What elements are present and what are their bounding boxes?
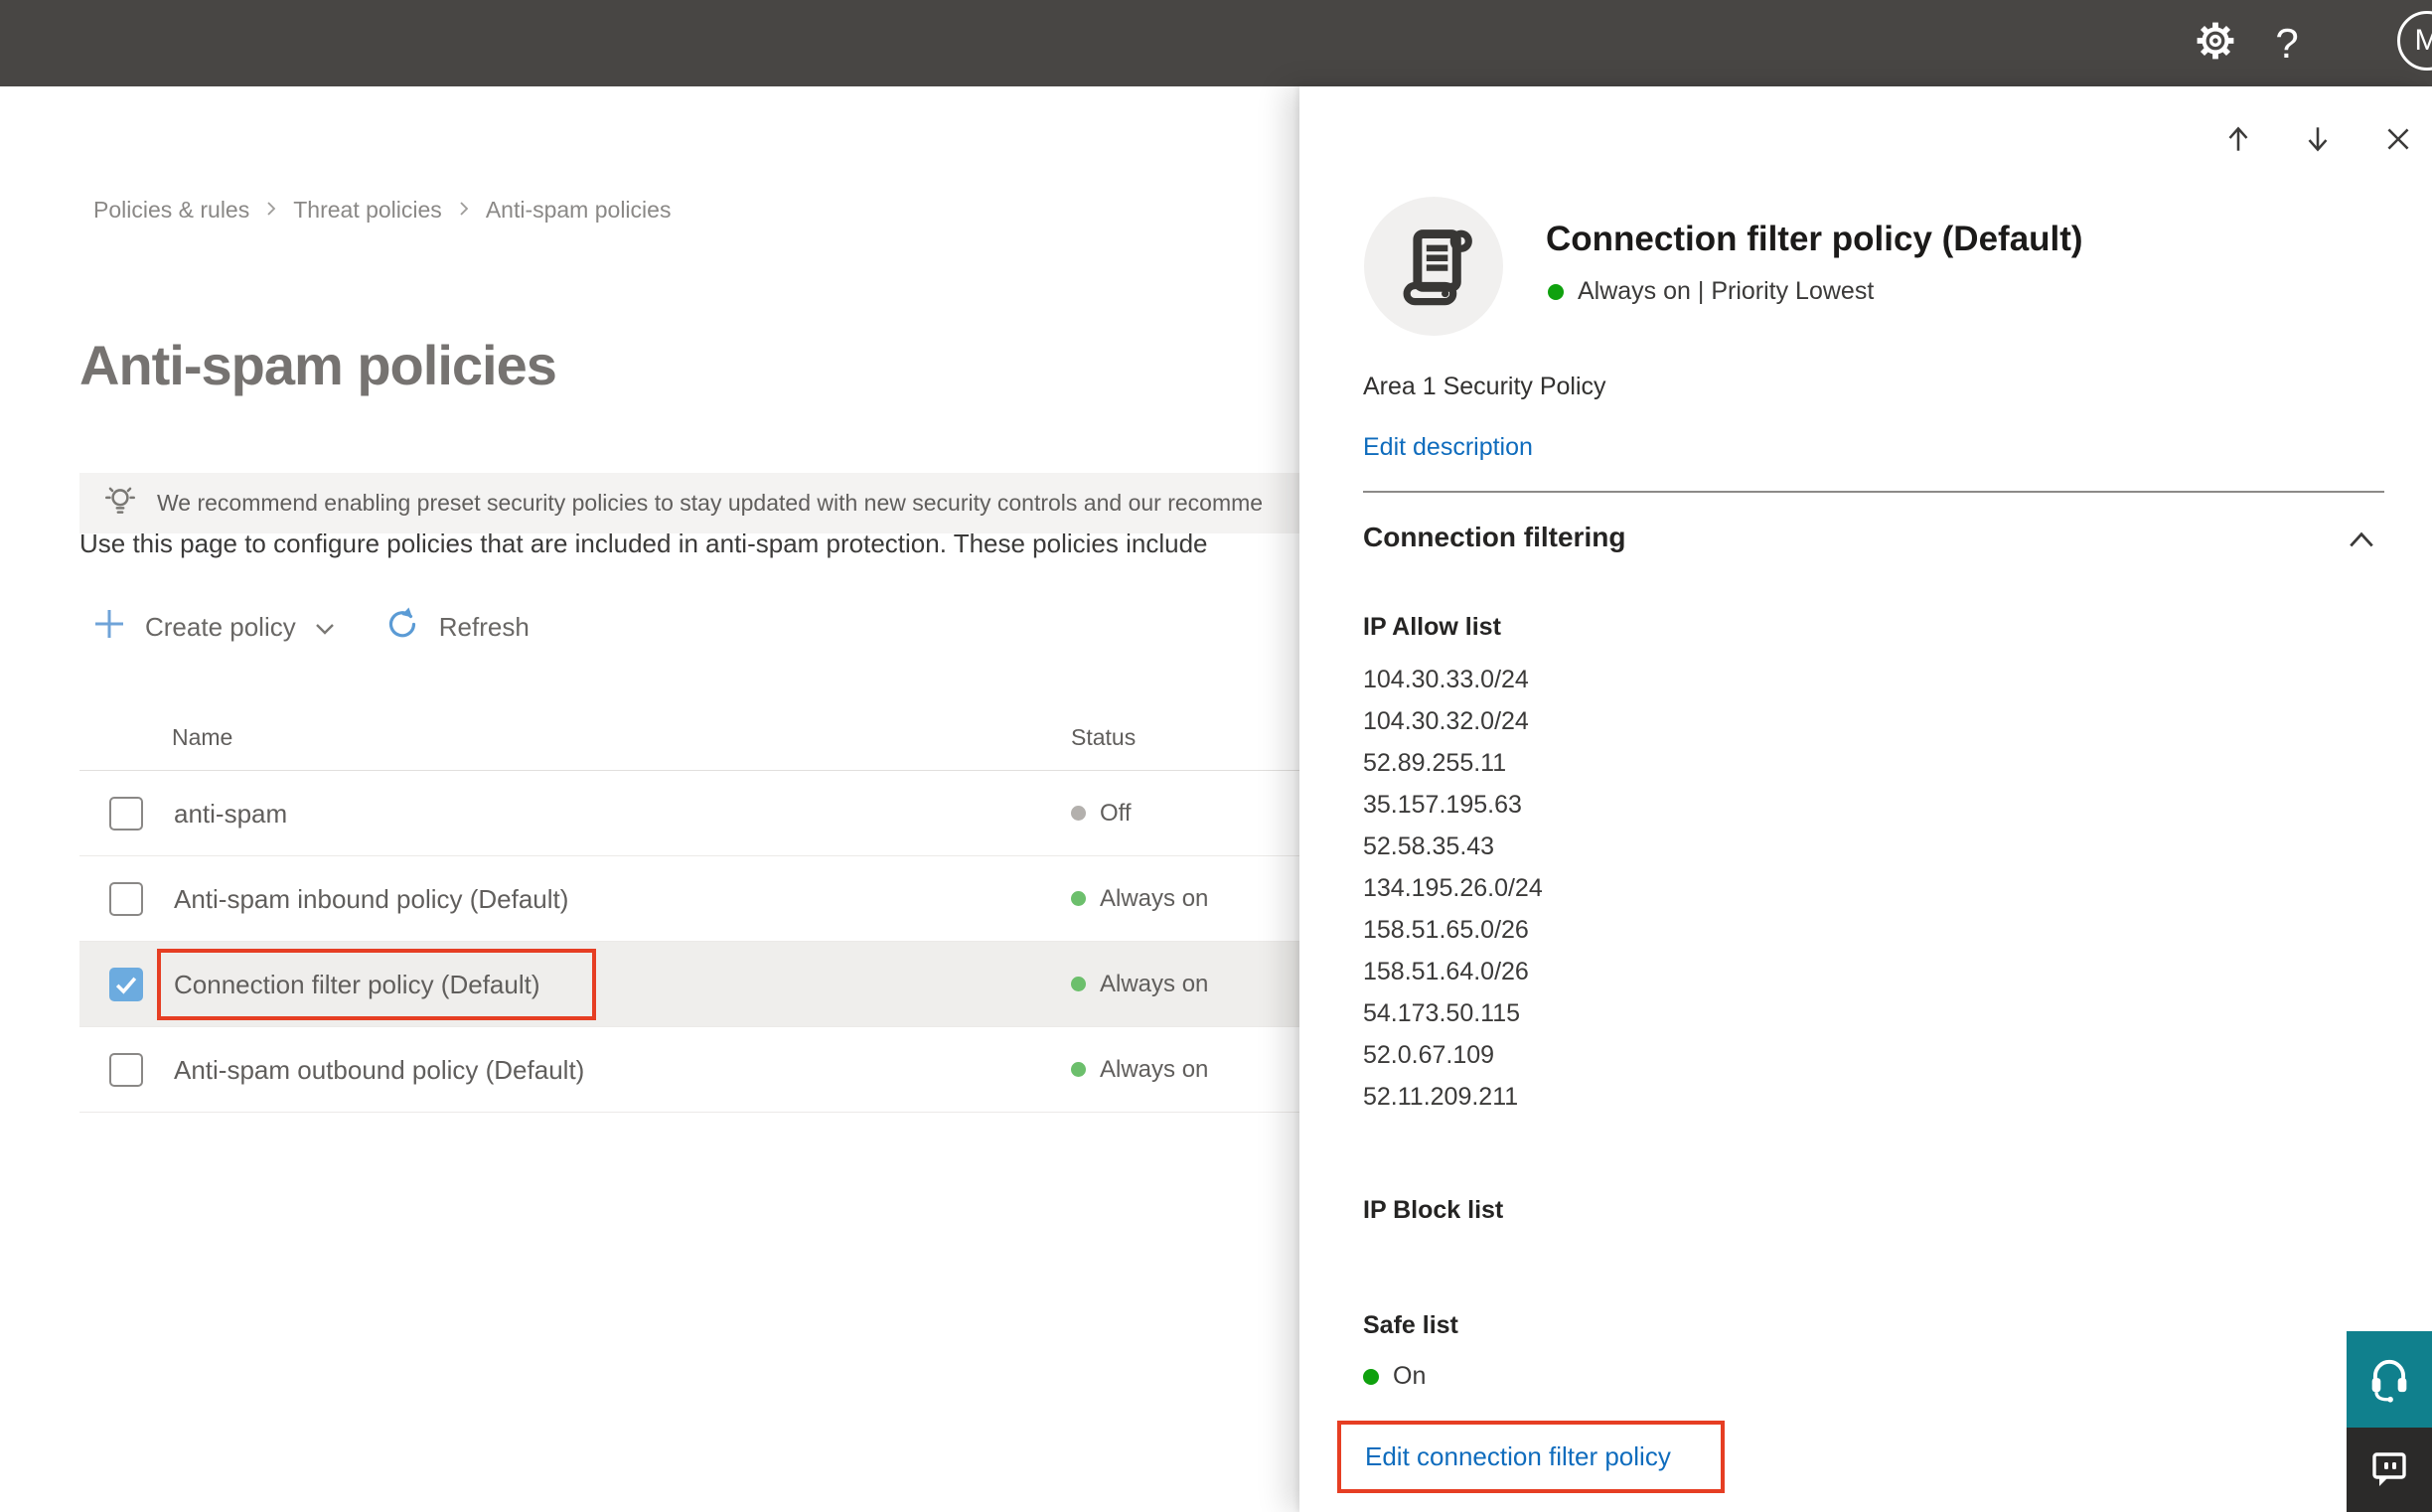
chevron-up-icon[interactable] [2347,529,2376,555]
policy-name-box: Connection filter policy (Default) [157,948,596,1020]
table-row[interactable]: Anti-spam outbound policy (Default) Alwa… [79,1027,1299,1113]
status-dot [1071,806,1086,821]
ip-entry: 35.157.195.63 [1363,791,1522,819]
ip-entry: 104.30.32.0/24 [1363,707,1529,735]
avatar-initial: M [2414,24,2432,57]
status-on-dot [1548,283,1564,300]
safe-list-status: On [1363,1362,1426,1391]
policy-name-box: anti-spam [157,778,596,849]
scroll-icon [1391,222,1476,312]
status-cell: Always on [1071,885,1208,913]
help-button[interactable]: ? [2251,0,2323,86]
table-row-selected[interactable]: Connection filter policy (Default) Alway… [79,942,1299,1027]
policy-name: anti-spam [174,798,288,829]
policy-table: Name Status anti-spam Off Anti-spam inbo… [79,705,1299,1113]
create-policy-label: Create policy [145,611,296,642]
breadcrumb-policies-rules[interactable]: Policies & rules [93,196,249,224]
safe-list-heading: Safe list [1363,1311,1458,1339]
row-checkbox[interactable] [109,796,143,831]
table-header: Name Status [79,705,1299,771]
status-on-dot [1363,1368,1379,1385]
ip-entry: 52.58.35.43 [1363,832,1495,860]
policy-name: Connection filter policy (Default) [174,969,540,999]
section-connection-filtering: Connection filtering [1363,522,1626,552]
edit-description-link[interactable]: Edit description [1363,433,1533,462]
page-title: Anti-spam policies [79,334,557,396]
feedback-button[interactable] [2347,1428,2432,1512]
settings-button[interactable] [2180,0,2251,86]
headset-icon [2363,1351,2415,1408]
flyout-status-text: Always on | Priority Lowest [1578,277,1875,305]
ip-entry: 104.30.33.0/24 [1363,666,1529,693]
status-cell: Always on [1071,971,1208,998]
policy-description: Area 1 Security Policy [1363,373,1606,400]
status-cell: Off [1071,800,1132,828]
refresh-button[interactable]: Refresh [383,605,530,650]
row-checkbox[interactable] [109,967,143,1001]
chat-feedback-icon [2365,1443,2413,1496]
column-header-name[interactable]: Name [172,724,232,751]
ip-entry: 52.0.67.109 [1363,1041,1495,1069]
status-label: Always on [1100,884,1209,912]
edit-connection-filter-highlight: Edit connection filter policy [1337,1421,1725,1493]
close-icon[interactable] [2381,122,2415,156]
lightbulb-icon [79,482,157,525]
status-label: Off [1100,799,1132,827]
recommendation-banner: We recommend enabling preset security po… [79,473,1299,533]
ip-entry: 52.11.209.211 [1363,1083,1519,1111]
policy-name: Anti-spam inbound policy (Default) [174,883,569,914]
flyout-status-line: Always on | Priority Lowest [1548,277,1874,306]
banner-text: We recommend enabling preset security po… [157,490,1264,516]
refresh-label: Refresh [438,611,530,642]
breadcrumb: Policies & rules Threat policies Anti-sp… [93,196,671,224]
policy-icon-badge [1364,197,1503,336]
ip-allow-list-heading: IP Allow list [1363,613,1501,641]
breadcrumb-anti-spam-policies[interactable]: Anti-spam policies [486,196,672,224]
toolbar: Create policy Refresh [91,603,530,651]
status-label: Always on [1100,1055,1209,1083]
row-checkbox[interactable] [109,1052,143,1087]
plus-icon [91,606,127,649]
column-header-status[interactable]: Status [1071,724,1136,751]
status-dot [1071,1062,1086,1077]
ip-entry: 158.51.65.0/26 [1363,916,1529,944]
create-policy-button[interactable]: Create policy [91,606,338,649]
ip-block-list-heading: IP Block list [1363,1196,1504,1224]
chevron-down-icon [312,615,338,646]
flyout-title: Connection filter policy (Default) [1546,220,2083,258]
status-dot [1071,891,1086,906]
ip-entry: 54.173.50.115 [1363,999,1521,1027]
section-divider [1363,491,2384,493]
ip-entry: 158.51.64.0/26 [1363,958,1529,985]
policy-name-box: Anti-spam outbound policy (Default) [157,1034,596,1106]
support-button[interactable] [2347,1331,2432,1428]
row-checkbox[interactable] [109,881,143,916]
table-row[interactable]: Anti-spam inbound policy (Default) Alway… [79,856,1299,942]
edit-connection-filter-policy-link[interactable]: Edit connection filter policy [1365,1441,1671,1472]
ip-allow-list: 104.30.33.0/24 104.30.32.0/24 52.89.255.… [1363,659,1543,1118]
ip-entry: 134.195.26.0/24 [1363,874,1543,902]
ip-entry: 52.89.255.11 [1363,749,1507,777]
flyout-nav [1299,122,2432,158]
policy-name-box: Anti-spam inbound policy (Default) [157,863,596,935]
next-item-button[interactable] [2301,122,2335,156]
help-icon: ? [2275,19,2299,67]
status-cell: Always on [1071,1056,1208,1084]
page-description: Use this page to configure policies that… [79,529,1208,558]
gear-icon [2193,18,2238,69]
chevron-right-icon [456,196,472,224]
breadcrumb-threat-policies[interactable]: Threat policies [293,196,442,224]
status-label: Always on [1100,970,1209,997]
details-flyout: Connection filter policy (Default) Alway… [1299,86,2432,1512]
policy-name: Anti-spam outbound policy (Default) [174,1054,585,1085]
status-dot [1071,977,1086,991]
table-row[interactable]: anti-spam Off [79,771,1299,856]
top-app-bar: ? M [0,0,2432,86]
chevron-right-icon [263,196,279,224]
safe-list-status-text: On [1393,1362,1427,1390]
previous-item-button[interactable] [2221,122,2255,156]
refresh-icon [383,605,421,650]
